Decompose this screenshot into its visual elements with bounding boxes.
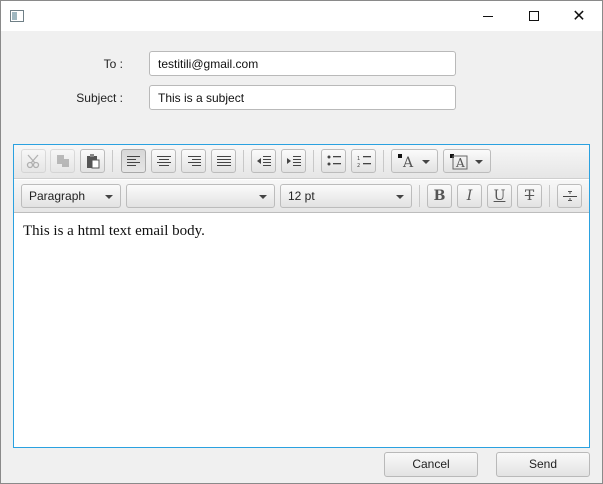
close-icon: ✕: [572, 6, 586, 25]
numbered-list-icon: 12: [357, 156, 371, 168]
toolbar-separator: [549, 185, 550, 207]
minimize-button[interactable]: [465, 1, 511, 31]
align-right-button[interactable]: [181, 149, 206, 173]
underline-icon: U: [493, 188, 506, 204]
bold-icon: B: [433, 188, 446, 204]
chevron-down-icon: [475, 160, 483, 164]
toolbar-separator: [243, 150, 244, 172]
svg-text:2: 2: [357, 163, 360, 168]
italic-button[interactable]: I: [457, 184, 482, 208]
italic-icon: I: [466, 188, 473, 204]
title-bar[interactable]: ✕: [1, 1, 602, 31]
indent-button[interactable]: [281, 149, 306, 173]
text-color-button[interactable]: A: [391, 149, 438, 173]
paste-button[interactable]: [80, 149, 105, 173]
svg-text:A: A: [455, 156, 465, 170]
email-dialog-window: ✕ To : testitili@gmail.com Subject : Thi…: [0, 0, 603, 484]
toolbar-separator: [313, 150, 314, 172]
font-family-select[interactable]: [126, 184, 275, 208]
svg-text:1: 1: [357, 156, 360, 162]
html-editor[interactable]: 12 A A Paragraph 12 pt B I U T This is a…: [13, 144, 590, 448]
text-color-icon: A: [398, 154, 414, 170]
send-button[interactable]: Send: [496, 452, 590, 477]
background-color-button[interactable]: A: [443, 149, 491, 173]
maximize-icon: [529, 11, 539, 21]
subject-field[interactable]: This is a subject: [149, 85, 456, 110]
chevron-down-icon: [422, 160, 430, 164]
font-size-select[interactable]: 12 pt: [280, 184, 412, 208]
font-size-select-value: 12 pt: [288, 189, 315, 203]
background-color-icon: A: [450, 154, 468, 170]
chevron-down-icon: [105, 195, 113, 199]
align-justify-button[interactable]: [211, 149, 236, 173]
align-left-button[interactable]: [121, 149, 146, 173]
copy-icon: [56, 155, 69, 167]
to-label: To :: [103, 57, 123, 71]
align-right-icon: [187, 156, 201, 166]
align-justify-icon: [216, 156, 231, 166]
email-body-text[interactable]: This is a html text email body.: [23, 223, 205, 240]
bullet-list-icon: [327, 155, 341, 166]
to-field[interactable]: testitili@gmail.com: [149, 51, 456, 76]
align-center-icon: [156, 156, 171, 166]
svg-text:A: A: [402, 155, 414, 170]
bullet-list-button[interactable]: [321, 149, 346, 173]
app-icon: [10, 10, 24, 22]
strikethrough-button[interactable]: T: [517, 184, 542, 208]
minimize-icon: [483, 15, 493, 17]
subject-label: Subject :: [76, 91, 123, 105]
toolbar-separator: [383, 150, 384, 172]
format-select-value: Paragraph: [29, 189, 86, 203]
editor-toolbar-top: 12 A A: [14, 145, 589, 179]
outdent-button[interactable]: [251, 149, 276, 173]
underline-button[interactable]: U: [487, 184, 512, 208]
chevron-down-icon: [396, 195, 404, 199]
indent-icon: [286, 156, 301, 166]
chevron-down-icon: [259, 195, 267, 199]
editor-toolbar-bottom: Paragraph 12 pt B I U T: [14, 180, 589, 213]
horizontal-rule-button[interactable]: [557, 184, 582, 208]
cut-button[interactable]: [21, 149, 46, 173]
toolbar-separator: [112, 150, 113, 172]
toolbar-separator: [419, 185, 420, 207]
copy-button[interactable]: [50, 149, 75, 173]
outdent-icon: [256, 156, 271, 166]
cut-icon: [26, 154, 39, 169]
align-left-icon: [126, 156, 140, 166]
numbered-list-button[interactable]: 12: [351, 149, 376, 173]
horizontal-rule-icon: [562, 191, 577, 201]
format-select[interactable]: Paragraph: [21, 184, 121, 208]
close-button[interactable]: ✕: [556, 1, 602, 31]
paste-icon: [86, 154, 99, 169]
cancel-button[interactable]: Cancel: [384, 452, 478, 477]
maximize-button[interactable]: [511, 1, 557, 31]
align-center-button[interactable]: [151, 149, 176, 173]
strikethrough-icon: T: [524, 188, 535, 204]
bold-button[interactable]: B: [427, 184, 452, 208]
